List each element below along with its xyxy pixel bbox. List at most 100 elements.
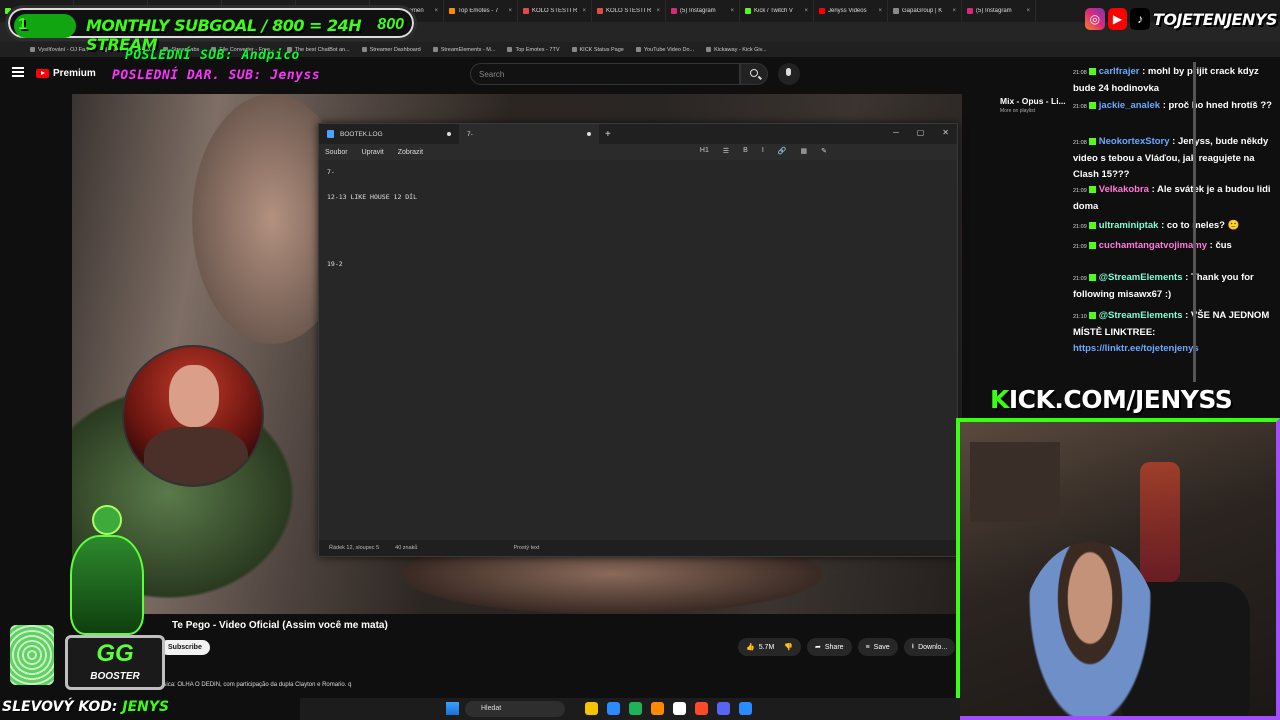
- format-button[interactable]: B: [743, 147, 748, 155]
- mix-subtitle: More on playlist: [1000, 108, 1036, 114]
- maximize-icon[interactable]: ▢: [917, 128, 925, 137]
- tab-close-icon[interactable]: ×: [656, 8, 660, 14]
- taskbar-app-icon[interactable]: [739, 702, 752, 715]
- browser-tab[interactable]: Jenyss Videos ×: [814, 0, 888, 22]
- bookmark-favicon-icon: [706, 47, 712, 52]
- chat-scrollbar[interactable]: [1193, 62, 1196, 382]
- bookmark-item[interactable]: StreamElements - M...: [432, 47, 495, 53]
- format-button[interactable]: ☰: [723, 147, 729, 155]
- promo-code-label: SLEVOVÝ KOD: JENYS: [2, 699, 169, 715]
- tab-close-icon[interactable]: ×: [582, 8, 586, 14]
- chat-username[interactable]: jackie_analek: [1099, 100, 1160, 111]
- tab-close-icon[interactable]: ×: [878, 8, 882, 14]
- browser-tab[interactable]: GapaGroup | K ×: [888, 0, 962, 22]
- tab-close-icon[interactable]: ×: [1026, 8, 1030, 14]
- chat-username[interactable]: cuchamtangatvojimamy: [1099, 240, 1207, 251]
- format-button[interactable]: H1: [700, 147, 709, 155]
- format-button[interactable]: ▦: [801, 147, 808, 155]
- tab-close-icon[interactable]: ×: [508, 8, 512, 14]
- notepad-text-area[interactable]: 7- 12-13 LIKE HOUSE 12 DÍL 19-2: [319, 160, 957, 542]
- bookmark-label: KICK Status Page: [579, 46, 624, 53]
- browser-tab[interactable]: (5) Instagram ×: [666, 0, 740, 22]
- mascot-body: [70, 535, 144, 635]
- browser-tab-label: KOLO ŠTĚSTÍ R: [606, 8, 652, 14]
- format-button[interactable]: 🔗: [778, 147, 787, 155]
- promo-prefix: SLEVOVÝ KOD:: [2, 699, 118, 715]
- save-button[interactable]: ≡ Save: [857, 638, 898, 656]
- chat-username[interactable]: ultraminiptak: [1099, 220, 1159, 231]
- chat-username[interactable]: carlfrajer: [1099, 66, 1140, 77]
- tab-close-icon[interactable]: ×: [730, 8, 734, 14]
- share-label: Share: [824, 643, 844, 651]
- kick-badge-icon: [1088, 311, 1096, 319]
- microphone-icon[interactable]: [778, 63, 800, 85]
- browser-tab-label: KOLO ŠTĚSTÍ R: [532, 8, 578, 14]
- notepad-window[interactable]: BOOTEK.LOG 7- + ─ ▢ ✕ Soubor Upravit Zobra…: [318, 123, 958, 557]
- browser-tab[interactable]: Top Emotes - 7 ×: [444, 0, 518, 22]
- download-button[interactable]: ⭳ Downlo...: [903, 638, 956, 656]
- notepad-menu-item[interactable]: Zobrazit: [398, 149, 423, 156]
- bookmark-item[interactable]: Vysílťování - OJ Fa...: [30, 47, 90, 53]
- booster-logo-text: GG: [96, 640, 134, 667]
- chat-username[interactable]: NeokortexStory: [1099, 136, 1170, 147]
- booster-logo: GG BOOSTER: [65, 635, 165, 690]
- cursor-position: Řádek 12, sloupec 5: [329, 545, 380, 551]
- like-button[interactable]: 👍 5.7M 👎: [738, 638, 801, 656]
- tab-close-icon[interactable]: ×: [952, 8, 956, 14]
- chat-username[interactable]: @StreamElements: [1099, 272, 1183, 283]
- kick-url-text: ICK.COM/JENYSS: [1008, 385, 1233, 414]
- bookmark-item[interactable]: Top Emotes - 7TV: [507, 46, 560, 53]
- mix-playlist[interactable]: Mix - Opus - Li... More on playlist: [1000, 96, 1070, 122]
- stream-chat: 21:08 carlfrajer : mohl by prijit crack k…: [1070, 60, 1280, 360]
- taskbar-app-icon[interactable]: [607, 702, 620, 715]
- taskbar-apps: [585, 702, 752, 715]
- tab-close-icon[interactable]: ×: [434, 8, 438, 14]
- notepad-tab-1[interactable]: BOOTEK.LOG: [319, 124, 459, 144]
- streamer-webcam: [956, 418, 1280, 720]
- browser-tab[interactable]: (5) Instagram ×: [962, 0, 1036, 22]
- notepad-format-toolbar: H1 ☰ B I 🔗 ▦ ✎: [700, 147, 827, 155]
- chat-username[interactable]: Velkakobra: [1099, 184, 1149, 195]
- taskbar-app-icon[interactable]: [651, 702, 664, 715]
- bookmark-item[interactable]: YouTube Video Do...: [635, 47, 694, 53]
- search-input[interactable]: Search: [470, 63, 740, 85]
- premium-label: Premium: [53, 68, 96, 79]
- share-button[interactable]: ➦ Share: [807, 638, 852, 656]
- chat-time: 21:09: [1073, 244, 1087, 250]
- minimize-icon[interactable]: ─: [893, 128, 899, 137]
- browser-tab[interactable]: Kick / Twitch V ×: [740, 0, 814, 22]
- format-button[interactable]: ✎: [821, 147, 827, 155]
- notepad-menu-item[interactable]: Soubor: [325, 149, 348, 156]
- close-icon[interactable]: ✕: [942, 128, 949, 137]
- taskbar-app-icon[interactable]: [673, 702, 686, 715]
- bookmark-label: Top Emotes - 7TV: [515, 46, 560, 53]
- notepad-tabbar: BOOTEK.LOG 7- + ─ ▢ ✕: [319, 124, 957, 144]
- browser-tab[interactable]: KOLO ŠTĚSTÍ R ×: [518, 0, 592, 22]
- notepad-menu-item[interactable]: Upravit: [362, 149, 384, 156]
- browser-tab[interactable]: KOLO ŠTĚSTÍ R ×: [592, 0, 666, 22]
- webcam-neon-light: [1140, 462, 1180, 582]
- new-tab-plus-icon[interactable]: +: [605, 129, 611, 140]
- windows-start-icon[interactable]: [446, 702, 459, 715]
- youtube-logo[interactable]: Premium: [36, 68, 96, 79]
- notepad-tab-1-label: BOOTEK.LOG: [340, 130, 383, 138]
- cam-face: [169, 365, 219, 427]
- tab-close-icon[interactable]: ×: [804, 8, 808, 14]
- taskbar-app-icon[interactable]: [585, 702, 598, 715]
- taskbar-search[interactable]: Hledat: [465, 701, 565, 717]
- taskbar-app-icon[interactable]: [695, 702, 708, 715]
- chat-message: 21:08 NeokortexStory : Jenyss, bude někdy…: [1073, 134, 1280, 183]
- description-text: ...nheça minha música: OLHA O DEDIN, com…: [114, 682, 352, 688]
- chat-username[interactable]: @StreamElements: [1099, 310, 1183, 321]
- taskbar-app-icon[interactable]: [629, 702, 642, 715]
- hamburger-menu-icon[interactable]: [12, 67, 24, 77]
- chat-link[interactable]: https://linktr.ee/tojetenjenys: [1073, 343, 1199, 354]
- search-button[interactable]: [740, 63, 768, 85]
- bookmark-item[interactable]: Kickaway - Kick Giv...: [706, 47, 767, 53]
- notepad-tab-2[interactable]: 7-: [459, 124, 599, 144]
- video-description[interactable]: 14 ... ago ...nheça minha música: OLHA O…: [76, 668, 956, 694]
- bookmark-item[interactable]: KICK Status Page: [571, 46, 624, 53]
- format-button[interactable]: I: [762, 147, 764, 155]
- thumbs-down-icon[interactable]: 👎: [784, 643, 793, 651]
- taskbar-app-icon[interactable]: [717, 702, 730, 715]
